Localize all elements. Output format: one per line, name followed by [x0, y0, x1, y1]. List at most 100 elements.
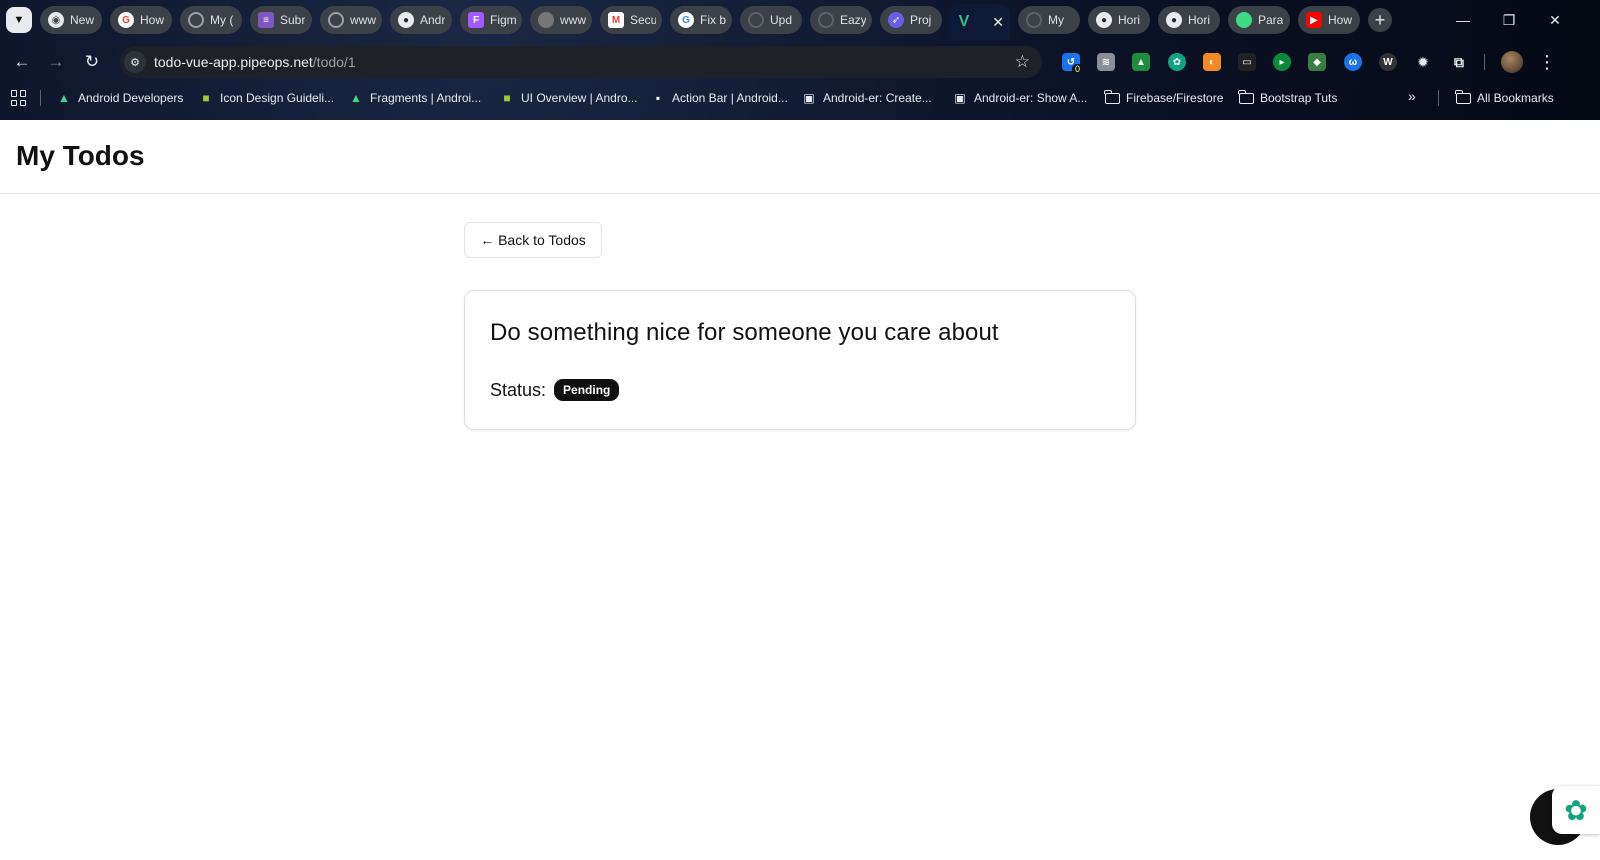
bookmark-label: All Bookmarks [1477, 91, 1554, 105]
gear-icon[interactable]: ✹ [1414, 53, 1432, 71]
todo-title: Do something nice for someone you care a… [490, 319, 999, 346]
extension-icon[interactable]: ω [1344, 53, 1362, 71]
minimize-button[interactable]: — [1440, 0, 1486, 40]
bookmark-label: Android Developers [78, 91, 184, 105]
android-icon: ▲ [350, 91, 362, 105]
puzzle-icon[interactable]: ⧉ [1450, 53, 1468, 71]
figma-icon: F [468, 12, 484, 28]
folder-icon [1238, 89, 1254, 106]
reload-button[interactable]: ↻ [78, 48, 106, 76]
tab[interactable]: Upd [740, 6, 802, 34]
restore-icon: ❐ [1502, 11, 1516, 28]
avatar[interactable] [1501, 51, 1523, 73]
folder-icon [1104, 89, 1120, 106]
tab-title: Figm [490, 13, 516, 27]
tab-search-button[interactable]: ▼ [6, 7, 32, 33]
window-close-button[interactable]: ✕ [1532, 0, 1578, 40]
status-row: Status: Pending [490, 379, 620, 401]
tab-strip: ▼ ◉ New G How My ( ≡ Subr www ● Andr F F… [0, 0, 1600, 40]
extension-icon[interactable]: ◆ [1308, 53, 1326, 71]
tab-title: Upd [770, 13, 793, 27]
tab[interactable]: ● Hori [1158, 6, 1220, 34]
tab[interactable]: ● Hori [1088, 6, 1150, 34]
tab[interactable]: www [530, 6, 592, 34]
arrow-left-icon: ← [13, 52, 31, 71]
bookmark-label: Fragments | Androi... [370, 91, 482, 105]
toolbar-separator [1484, 54, 1485, 70]
address-bar[interactable]: ⚙ todo-vue-app.pipeops.net/todo/1 ☆ [120, 46, 1042, 78]
back-nav-button[interactable]: ← [8, 48, 36, 76]
tab[interactable]: My [1018, 6, 1080, 34]
image-icon [538, 12, 554, 28]
bookmark-item[interactable]: ▣ Android-er: Show A... [952, 88, 1087, 108]
chatgpt-icon[interactable]: ✿ [1552, 786, 1600, 834]
page-icon: ▪ [655, 91, 661, 105]
apps-grid-icon[interactable] [11, 90, 27, 106]
tab-active[interactable]: V ✕ [948, 4, 1010, 40]
restore-button[interactable]: ❐ [1486, 0, 1532, 40]
tab[interactable]: ➶ Proj [880, 6, 942, 34]
tab[interactable]: My ( [180, 6, 242, 34]
close-icon[interactable]: ✕ [992, 14, 1004, 31]
rocket-icon: ➶ [888, 12, 904, 28]
tab-title: My [1048, 13, 1064, 27]
youtube-icon: ▶ [1306, 12, 1322, 28]
todo-card: Do something nice for someone you care a… [464, 290, 1136, 430]
tab[interactable]: F Figm [460, 6, 522, 34]
new-tab-button[interactable]: + [1368, 8, 1392, 32]
loading-icon [188, 12, 204, 28]
chevron-down-icon: ▼ [13, 14, 25, 26]
tab[interactable]: ≡ Subr [250, 6, 312, 34]
loading-icon [1026, 12, 1042, 28]
browser-chrome: ▼ ◉ New G How My ( ≡ Subr www ● Andr F F… [0, 0, 1600, 120]
bookmark-item[interactable]: ▪ Action Bar | Android... [650, 88, 788, 108]
tab[interactable]: G Fix b [670, 6, 732, 34]
chatgpt-icon[interactable]: ✿ [1168, 53, 1186, 71]
tab-title: Fix b [700, 13, 726, 27]
forward-nav-button[interactable]: → [42, 48, 70, 76]
tab[interactable]: www [320, 6, 382, 34]
back-to-todos-button[interactable]: ← Back to Todos [464, 222, 602, 258]
url-host: todo-vue-app.pipeops.net [154, 54, 313, 70]
github-icon: ● [1096, 12, 1112, 28]
tab[interactable]: Eazy [810, 6, 872, 34]
tab[interactable]: ▶ How [1298, 6, 1360, 34]
loading-icon [818, 12, 834, 28]
rss-icon[interactable]: ≋ [1097, 53, 1115, 71]
bookmark-star-icon[interactable]: ☆ [1015, 52, 1030, 72]
extension-icon[interactable]: ▭ [1238, 53, 1256, 71]
reload-icon: ↻ [84, 52, 100, 71]
tab[interactable]: M Secu [600, 6, 662, 34]
tab-title: How [1328, 13, 1353, 27]
chevron-double-right-icon[interactable]: » [1408, 88, 1416, 104]
folder-icon [1455, 89, 1471, 106]
bookmark-item[interactable]: ■ UI Overview | Andro... [499, 88, 637, 108]
bookmark-folder[interactable]: Bootstrap Tuts [1238, 88, 1337, 108]
play-icon[interactable]: ▸ [1273, 53, 1291, 71]
bookmark-item[interactable]: ▲ Fragments | Androi... [348, 88, 481, 108]
tab-title: Secu [630, 13, 656, 27]
blogger-icon: ▣ [954, 91, 966, 105]
tab-title: Para [1258, 13, 1284, 27]
bookmark-folder[interactable]: Firebase/Firestore [1104, 88, 1223, 108]
bookmark-item[interactable]: ▣ Android-er: Create... [801, 88, 931, 108]
menu-button[interactable]: ⋮ [1536, 48, 1558, 76]
tab[interactable]: Para [1228, 6, 1290, 34]
tab-title: How [140, 13, 165, 27]
bookmarks-bar: ▲ Android Developers ■ Icon Design Guide… [0, 84, 1600, 112]
site-info-icon[interactable]: ⚙ [124, 51, 146, 73]
status-badge: Pending [554, 379, 620, 401]
all-bookmarks-folder[interactable]: All Bookmarks [1455, 88, 1554, 108]
tab[interactable]: ● Andr [390, 6, 452, 34]
google-icon: G [678, 12, 694, 28]
minimize-icon: — [1456, 12, 1470, 28]
extension-icon[interactable]: W [1379, 53, 1397, 71]
tab[interactable]: ◉ New [40, 6, 102, 34]
bookmark-item[interactable]: ▲ Android Developers [56, 88, 183, 108]
tab[interactable]: G How [110, 6, 172, 34]
bookmark-label: Icon Design Guideli... [220, 91, 335, 105]
drive-icon[interactable]: ▲ [1132, 53, 1150, 71]
bookmark-item[interactable]: ■ Icon Design Guideli... [198, 88, 334, 108]
tab-title: Proj [910, 13, 932, 27]
extension-icon[interactable]: ◐ [1203, 53, 1221, 71]
